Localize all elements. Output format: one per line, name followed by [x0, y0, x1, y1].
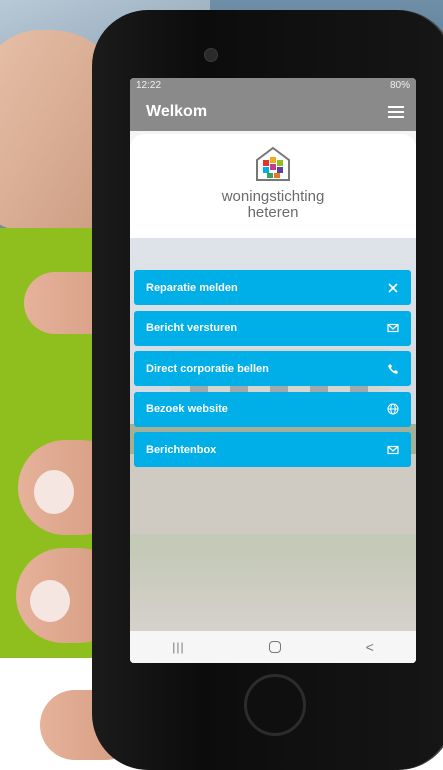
bericht-versturen-button[interactable]: Bericht versturen	[134, 310, 411, 346]
button-label: Direct corporatie bellen	[146, 362, 269, 375]
status-battery: 80%	[389, 80, 410, 91]
back-button[interactable]: <	[366, 639, 374, 655]
hamburger-menu-icon[interactable]	[388, 106, 404, 118]
fingernail	[34, 470, 74, 514]
phone-screen: 12:22 80% Welkom woningstichting heteren…	[130, 78, 416, 663]
reparatie-melden-button[interactable]: Reparatie melden	[134, 270, 411, 305]
logo-text: woningstichting	[221, 188, 325, 205]
recent-apps-button[interactable]: |||	[172, 640, 184, 654]
action-list: Reparatie melden Bericht versturen Direc…	[134, 270, 411, 473]
berichtenbox-button[interactable]: Berichtenbox	[134, 432, 411, 467]
logo-text: heteren	[247, 204, 299, 221]
globe-icon	[387, 403, 399, 415]
envelope-icon	[387, 323, 399, 333]
button-label: Bericht versturen	[146, 322, 238, 334]
button-label: Reparatie melden	[146, 281, 238, 294]
button-label: Bezoek website	[146, 403, 228, 415]
house-logo-icon	[256, 146, 290, 181]
fingernail	[30, 580, 70, 622]
home-button[interactable]	[244, 674, 306, 736]
android-nav-bar: ||| <	[130, 631, 416, 663]
button-label: Berichtenbox	[146, 443, 217, 456]
logo: woningstichting heteren	[130, 134, 416, 221]
front-camera	[204, 48, 218, 62]
status-time: 12:22	[136, 80, 162, 91]
bezoek-website-button[interactable]: Bezoek website	[134, 391, 411, 427]
phone-call-icon	[388, 363, 398, 374]
envelope-icon	[387, 445, 399, 454]
direct-corporatie-bellen-button[interactable]: Direct corporatie bellen	[134, 351, 411, 386]
app-bar: Welkom	[130, 93, 416, 131]
status-bar: 12:22 80%	[130, 78, 416, 93]
tools-icon	[388, 282, 398, 293]
page-title: Welkom	[146, 103, 208, 120]
home-nav-button[interactable]	[269, 641, 282, 653]
